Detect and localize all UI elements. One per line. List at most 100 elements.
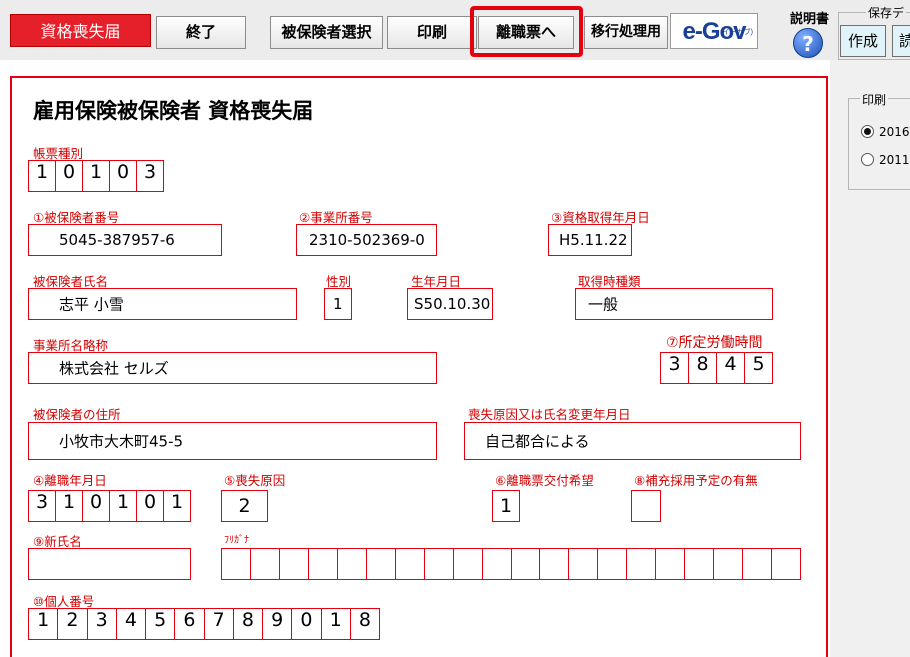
manual-label: 説明書 bbox=[790, 12, 830, 27]
read-button[interactable]: 読 bbox=[892, 25, 910, 57]
digit-cell: 3 bbox=[143, 161, 157, 183]
furigana-cell bbox=[743, 549, 773, 579]
insured-name-field[interactable]: 志平 小雪 bbox=[28, 288, 297, 320]
digit-cell: 0 bbox=[110, 161, 137, 191]
digit-cell: 3 bbox=[29, 491, 56, 521]
personal-number-field[interactable]: 1 2 3 4 5 6 7 8 9 0 1 8 bbox=[28, 608, 380, 640]
replacement-plan-field[interactable] bbox=[631, 490, 661, 522]
migration-button[interactable]: 移行処理用 bbox=[584, 16, 668, 49]
insured-number-field[interactable]: 5045-387957-6 bbox=[28, 224, 222, 256]
loss-cause-label: ⑤喪失原因 bbox=[224, 473, 286, 488]
digit-cell: 8 bbox=[358, 609, 371, 631]
digit-cell: 3 bbox=[661, 353, 689, 383]
birth-date-field[interactable]: S50.10.30 bbox=[407, 288, 493, 320]
digit-cell: 8 bbox=[689, 353, 717, 383]
furigana-cell bbox=[280, 549, 309, 579]
egov-logo-button[interactable]: e-Gov (イーガブ) bbox=[670, 13, 758, 49]
digit-cell: 3 bbox=[88, 609, 117, 639]
print-option-2011[interactable]: 2011 bbox=[861, 153, 910, 167]
digit-cell: 5 bbox=[146, 609, 176, 639]
digit-cell: 1 bbox=[29, 609, 59, 639]
print-option-label: 2016 bbox=[879, 125, 910, 139]
digit-cell: 9 bbox=[263, 609, 293, 639]
office-number-value: 2310-502369-0 bbox=[309, 231, 425, 249]
separation-date-label: ④離職年月日 bbox=[33, 473, 107, 488]
help-icon[interactable]: ? bbox=[793, 28, 823, 58]
print-button[interactable]: 印刷 bbox=[387, 16, 477, 49]
print-option-label: 2011 bbox=[879, 153, 910, 167]
digit-cell: 1 bbox=[29, 161, 56, 191]
digit-cell: 8 bbox=[234, 609, 263, 639]
digit-cell: 1 bbox=[56, 491, 83, 521]
digit-cell: 0 bbox=[137, 491, 164, 521]
create-button[interactable]: 作成 bbox=[840, 25, 886, 57]
digit-cell: 2 bbox=[58, 609, 88, 639]
form-title: 雇用保険被保険者 資格喪失届 bbox=[33, 99, 314, 123]
office-name-value: 株式会社 セルズ bbox=[59, 359, 169, 378]
form-type-field[interactable]: 1 0 1 0 3 bbox=[28, 160, 164, 192]
address-label: 被保険者の住所 bbox=[33, 407, 121, 422]
furigana-cell bbox=[367, 549, 396, 579]
loss-reason-field[interactable]: 自己都合による bbox=[464, 422, 801, 460]
print-group-label: 印刷 bbox=[860, 91, 889, 108]
working-hours-field[interactable]: 3 8 4 5 bbox=[660, 352, 773, 384]
furigana-label: ﾌﾘｶﾞﾅ bbox=[224, 535, 249, 546]
address-value: 小牧市大木町45-5 bbox=[59, 432, 184, 451]
insured-name-value: 志平 小雪 bbox=[59, 295, 124, 314]
office-name-field[interactable]: 株式会社 セルズ bbox=[28, 352, 437, 384]
furigana-cell bbox=[309, 549, 338, 579]
digit-cell: 4 bbox=[117, 609, 146, 639]
loss-cause-field[interactable]: 2 bbox=[221, 490, 268, 522]
furigana-cell bbox=[338, 549, 367, 579]
select-insured-button[interactable]: 被保険者選択 bbox=[270, 16, 383, 49]
digit-cell: 0 bbox=[56, 161, 83, 191]
furigana-cell bbox=[540, 549, 570, 579]
loss-reason-label: 喪失原因又は氏名変更年月日 bbox=[468, 407, 631, 422]
end-button[interactable]: 終了 bbox=[156, 16, 246, 49]
furigana-cell bbox=[483, 549, 512, 579]
furigana-cell bbox=[425, 549, 454, 579]
furigana-cell bbox=[627, 549, 657, 579]
address-field[interactable]: 小牧市大木町45-5 bbox=[28, 422, 437, 460]
digit-cell: 6 bbox=[175, 609, 205, 639]
separation-date-field[interactable]: 3 1 0 1 0 1 bbox=[28, 490, 191, 522]
print-option-2016[interactable]: 2016 bbox=[861, 125, 910, 139]
digit-cell: 1 bbox=[110, 491, 137, 521]
egov-logo-subtext: (イーガブ) bbox=[720, 29, 753, 36]
gender-field[interactable]: 1 bbox=[324, 288, 352, 320]
furigana-cell bbox=[222, 549, 251, 579]
furigana-cell bbox=[714, 549, 744, 579]
furigana-cell bbox=[685, 549, 715, 579]
acquisition-date-value: H5.11.22 bbox=[559, 231, 628, 249]
digit-cell: 1 bbox=[83, 161, 110, 191]
furigana-cell bbox=[454, 549, 483, 579]
digit-cell: 1 bbox=[170, 491, 184, 513]
digit-cell: 1 bbox=[322, 609, 351, 639]
furigana-cell bbox=[656, 549, 686, 579]
working-hours-label: ⑦所定労働時間 bbox=[666, 335, 763, 351]
furigana-cell bbox=[396, 549, 425, 579]
furigana-cell bbox=[251, 549, 280, 579]
replacement-plan-label: ⑧補充採用予定の有無 bbox=[634, 473, 758, 488]
radio-unselected-icon bbox=[861, 153, 874, 166]
digit-cell: 5 bbox=[752, 353, 765, 375]
radio-selected-icon bbox=[861, 125, 874, 138]
acquisition-type-field[interactable]: 一般 bbox=[575, 288, 773, 320]
acquisition-type-value: 一般 bbox=[588, 295, 619, 314]
print-group bbox=[848, 98, 910, 190]
digit-cell: 4 bbox=[717, 353, 745, 383]
office-number-field[interactable]: 2310-502369-0 bbox=[296, 224, 437, 256]
separation-slip-request-field[interactable]: 1 bbox=[492, 490, 520, 522]
highlight-frame bbox=[470, 6, 583, 57]
acquisition-date-field[interactable]: H5.11.22 bbox=[548, 224, 632, 256]
furigana-cell bbox=[569, 549, 599, 579]
furigana-cell bbox=[772, 549, 800, 579]
furigana-field[interactable] bbox=[221, 548, 801, 580]
save-data-group-label: 保存デ bbox=[866, 4, 907, 21]
birth-date-value: S50.10.30 bbox=[414, 295, 491, 313]
insured-number-value: 5045-387957-6 bbox=[59, 231, 175, 249]
digit-cell: 7 bbox=[205, 609, 234, 639]
new-name-field[interactable] bbox=[28, 548, 191, 580]
digit-cell: 0 bbox=[292, 609, 322, 639]
loss-reason-value: 自己都合による bbox=[485, 432, 590, 451]
